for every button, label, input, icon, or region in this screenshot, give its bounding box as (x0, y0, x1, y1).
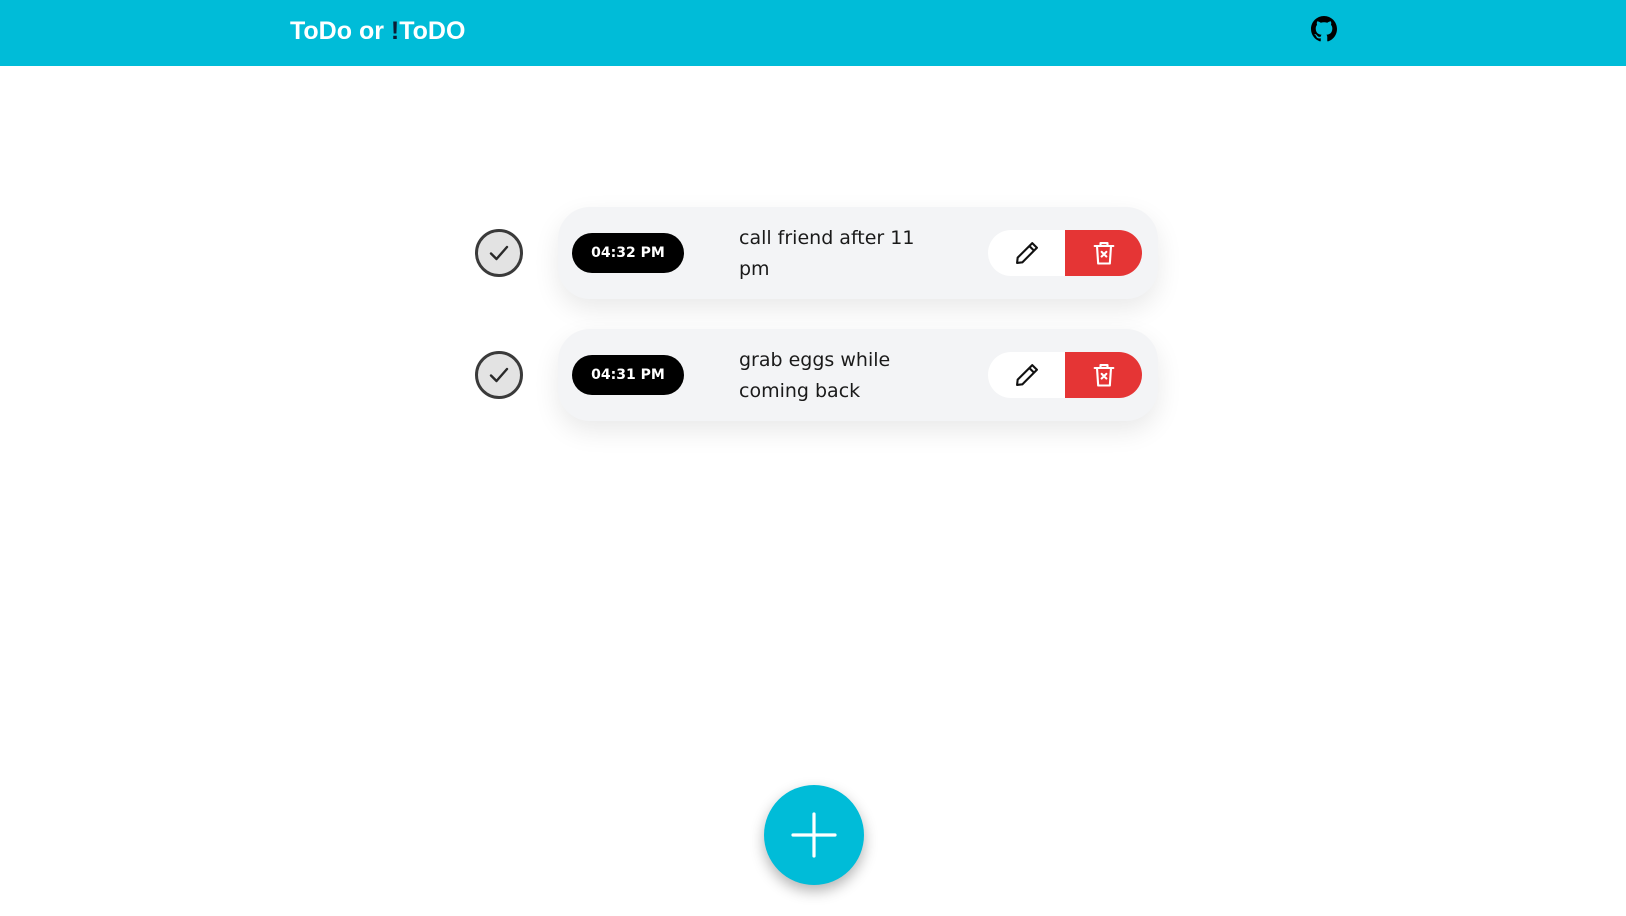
check-icon (487, 363, 511, 387)
time-badge: 04:32 PM (572, 233, 684, 273)
complete-todo-button[interactable] (475, 229, 523, 277)
todo-card: 04:31 PM grab eggs while coming back (558, 329, 1158, 421)
todo-text: grab eggs while coming back (739, 349, 891, 402)
add-todo-button[interactable] (764, 785, 864, 885)
complete-todo-button[interactable] (475, 351, 523, 399)
trash-icon (1090, 239, 1118, 267)
brand-title-part2: ToDO (399, 17, 466, 45)
brand-title-bang: ! (390, 17, 400, 45)
todo-card: 04:32 PM call friend after 11 pm (558, 207, 1158, 299)
plus-icon (788, 809, 840, 861)
pencil-icon (1013, 361, 1041, 389)
delete-todo-button[interactable] (1065, 230, 1142, 276)
trash-icon (1090, 361, 1118, 389)
pencil-icon (1013, 239, 1041, 267)
check-icon (487, 241, 511, 265)
todo-list: 04:32 PM call friend after 11 pm 04:31 P… (0, 0, 1626, 916)
navbar: ToDo or !ToDO (0, 0, 1626, 66)
github-link[interactable] (1311, 16, 1337, 42)
brand-title-part1: ToDo or (290, 17, 391, 45)
brand-title[interactable]: ToDo or !ToDO (290, 17, 465, 46)
todo-item: 04:32 PM call friend after 11 pm (0, 207, 1626, 299)
todo-item: 04:31 PM grab eggs while coming back (0, 329, 1626, 421)
edit-todo-button[interactable] (988, 352, 1065, 398)
todo-text: call friend after 11 pm (739, 227, 915, 280)
todo-actions (988, 230, 1142, 276)
edit-todo-button[interactable] (988, 230, 1065, 276)
todo-actions (988, 352, 1142, 398)
delete-todo-button[interactable] (1065, 352, 1142, 398)
time-badge: 04:31 PM (572, 355, 684, 395)
github-icon (1311, 16, 1337, 42)
